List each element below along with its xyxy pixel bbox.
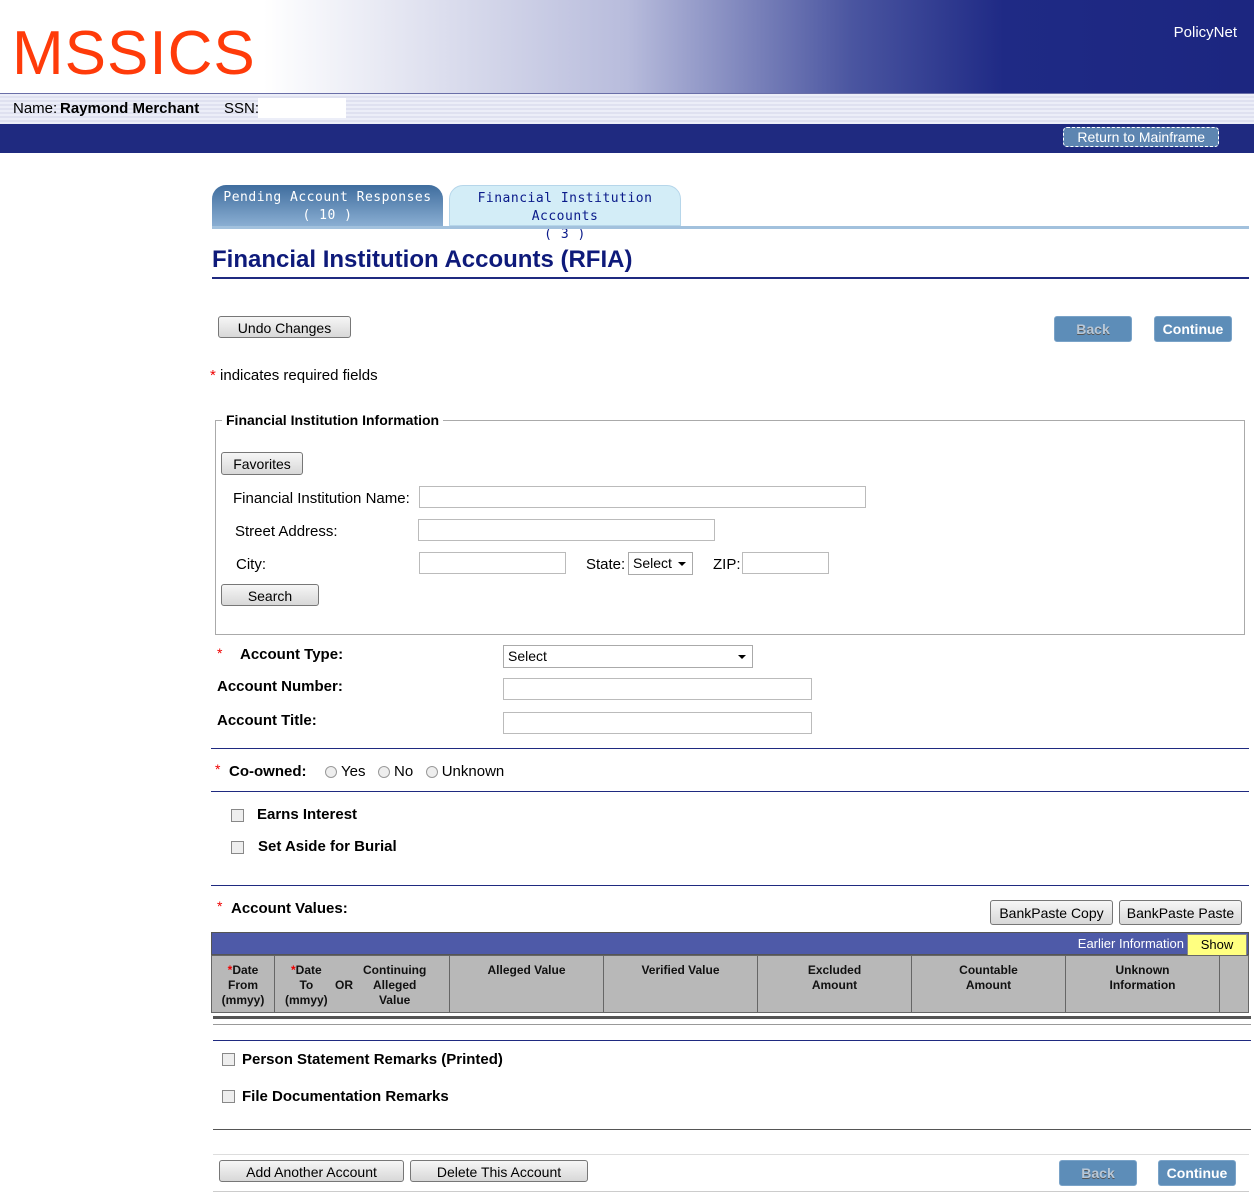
col-countable-amount: Countable Amount: [912, 956, 1066, 1012]
tab-pending-account-responses[interactable]: Pending Account Responses ( 10 ): [212, 185, 443, 226]
add-another-account-button[interactable]: Add Another Account: [219, 1160, 404, 1182]
person-bar: Name: Raymond Merchant SSN:: [0, 93, 1254, 124]
radio-unknown[interactable]: [425, 766, 438, 779]
account-values-header: *Date From (mmyy) *Date To (mmyy) OR Continu…: [211, 955, 1249, 1013]
col-date-to-or-continuing: *Date To (mmyy) OR Continuing Alleged Value: [275, 956, 450, 1012]
earns-interest-checkbox[interactable]: [231, 809, 244, 822]
radio-no[interactable]: [378, 766, 390, 779]
col-excluded-amount: Excluded Amount: [758, 956, 912, 1012]
title-divider: [212, 277, 1249, 279]
policynet-link[interactable]: PolicyNet: [1174, 24, 1237, 41]
street-label: Street Address:: [235, 523, 338, 540]
tab-count: ( 10 ): [302, 208, 353, 223]
col-unknown-information: Unknown Information: [1066, 956, 1220, 1012]
person-name: Raymond Merchant: [60, 100, 200, 117]
table-bottom-rule: [213, 1016, 1251, 1019]
back-button[interactable]: Back: [1054, 316, 1132, 342]
radio-label: Unknown: [441, 763, 505, 780]
name-label: Name:: [13, 100, 58, 117]
divider: [213, 1129, 1251, 1130]
nav-bar: Return to Mainframe: [0, 124, 1254, 153]
table-toolbar: Earlier Information Show: [211, 932, 1249, 956]
tab-financial-institution-accounts[interactable]: Financial Institution Accounts( 3 ): [449, 185, 681, 242]
account-number-input[interactable]: [503, 678, 812, 700]
zip-label: ZIP:: [713, 556, 741, 573]
col-actions: [1220, 956, 1248, 1012]
burial-label: Set Aside for Burial: [258, 838, 397, 855]
person-statement-remarks-label: Person Statement Remarks (Printed): [242, 1051, 503, 1068]
required-note-text: indicates required fields: [220, 367, 378, 384]
col-date-from: *Date From (mmyy): [212, 956, 275, 1012]
required-asterisk: *: [217, 645, 223, 661]
continue-button[interactable]: Continue: [1154, 316, 1232, 342]
divider: [213, 1040, 1251, 1041]
required-asterisk: *: [215, 761, 221, 777]
file-documentation-remarks-checkbox[interactable]: [222, 1090, 235, 1103]
tab-label: Financial Institution Accounts: [477, 191, 653, 224]
account-number-label: Account Number:: [217, 678, 343, 695]
radio-label: Yes: [341, 763, 366, 780]
account-type-label: Account Type:: [240, 646, 344, 663]
state-label: State:: [586, 556, 626, 573]
required-asterisk: *: [217, 898, 223, 914]
burial-checkbox[interactable]: [231, 841, 244, 854]
fi-name-label: Financial Institution Name:: [233, 490, 410, 507]
divider: [211, 791, 1249, 792]
city-label: City:: [236, 556, 266, 573]
ssn-value: [258, 98, 346, 118]
person-statement-remarks-checkbox[interactable]: [222, 1053, 235, 1066]
logo: MSSICS: [12, 19, 256, 88]
account-type-select[interactable]: Select: [503, 645, 753, 668]
col-alleged-value: Alleged Value: [450, 956, 604, 1012]
tab-underline: [212, 226, 1249, 229]
footer-back-button[interactable]: Back: [1059, 1160, 1137, 1186]
radio-yes[interactable]: [325, 766, 337, 779]
undo-changes-button[interactable]: Undo Changes: [218, 316, 351, 338]
show-button[interactable]: Show: [1187, 934, 1247, 956]
return-to-mainframe-button[interactable]: Return to Mainframe: [1063, 127, 1219, 147]
account-title-input[interactable]: [503, 712, 812, 734]
earlier-information-label: Earlier Information: [1077, 936, 1184, 951]
delete-this-account-button[interactable]: Delete This Account: [410, 1160, 588, 1182]
fi-name-input[interactable]: [419, 486, 866, 508]
bankpaste-copy-button[interactable]: BankPaste Copy: [990, 900, 1113, 925]
tab-label: Pending Account Responses: [223, 190, 432, 205]
bankpaste-paste-button[interactable]: BankPaste Paste: [1119, 900, 1242, 925]
coowned-label: Co-owned:: [229, 763, 307, 780]
city-input[interactable]: [419, 552, 566, 574]
col-verified-value: Verified Value: [604, 956, 758, 1012]
file-documentation-remarks-label: File Documentation Remarks: [242, 1088, 449, 1105]
zip-input[interactable]: [742, 552, 829, 574]
radio-label: No: [394, 763, 414, 780]
financial-institution-fieldset: Financial Institution Information: [215, 412, 1245, 635]
page-title: Financial Institution Accounts (RFIA): [212, 246, 633, 273]
ssn-label: SSN:: [224, 100, 260, 117]
coowned-radio-group: Yes No Unknown: [325, 763, 504, 780]
fieldset-legend: Financial Institution Information: [226, 412, 440, 428]
required-asterisk: *: [210, 367, 216, 384]
divider: [211, 885, 1249, 886]
divider: [211, 748, 1249, 749]
search-button[interactable]: Search: [221, 584, 319, 606]
divider: [213, 1024, 1251, 1025]
earns-interest-label: Earns Interest: [257, 806, 358, 823]
favorites-button[interactable]: Favorites: [221, 452, 303, 475]
street-input[interactable]: [418, 519, 715, 541]
required-note: * indicates required fields: [210, 367, 378, 384]
account-values-label: Account Values:: [231, 900, 348, 917]
footer-continue-button[interactable]: Continue: [1158, 1160, 1236, 1186]
state-select[interactable]: Select: [628, 552, 693, 575]
account-title-label: Account Title:: [217, 712, 317, 729]
